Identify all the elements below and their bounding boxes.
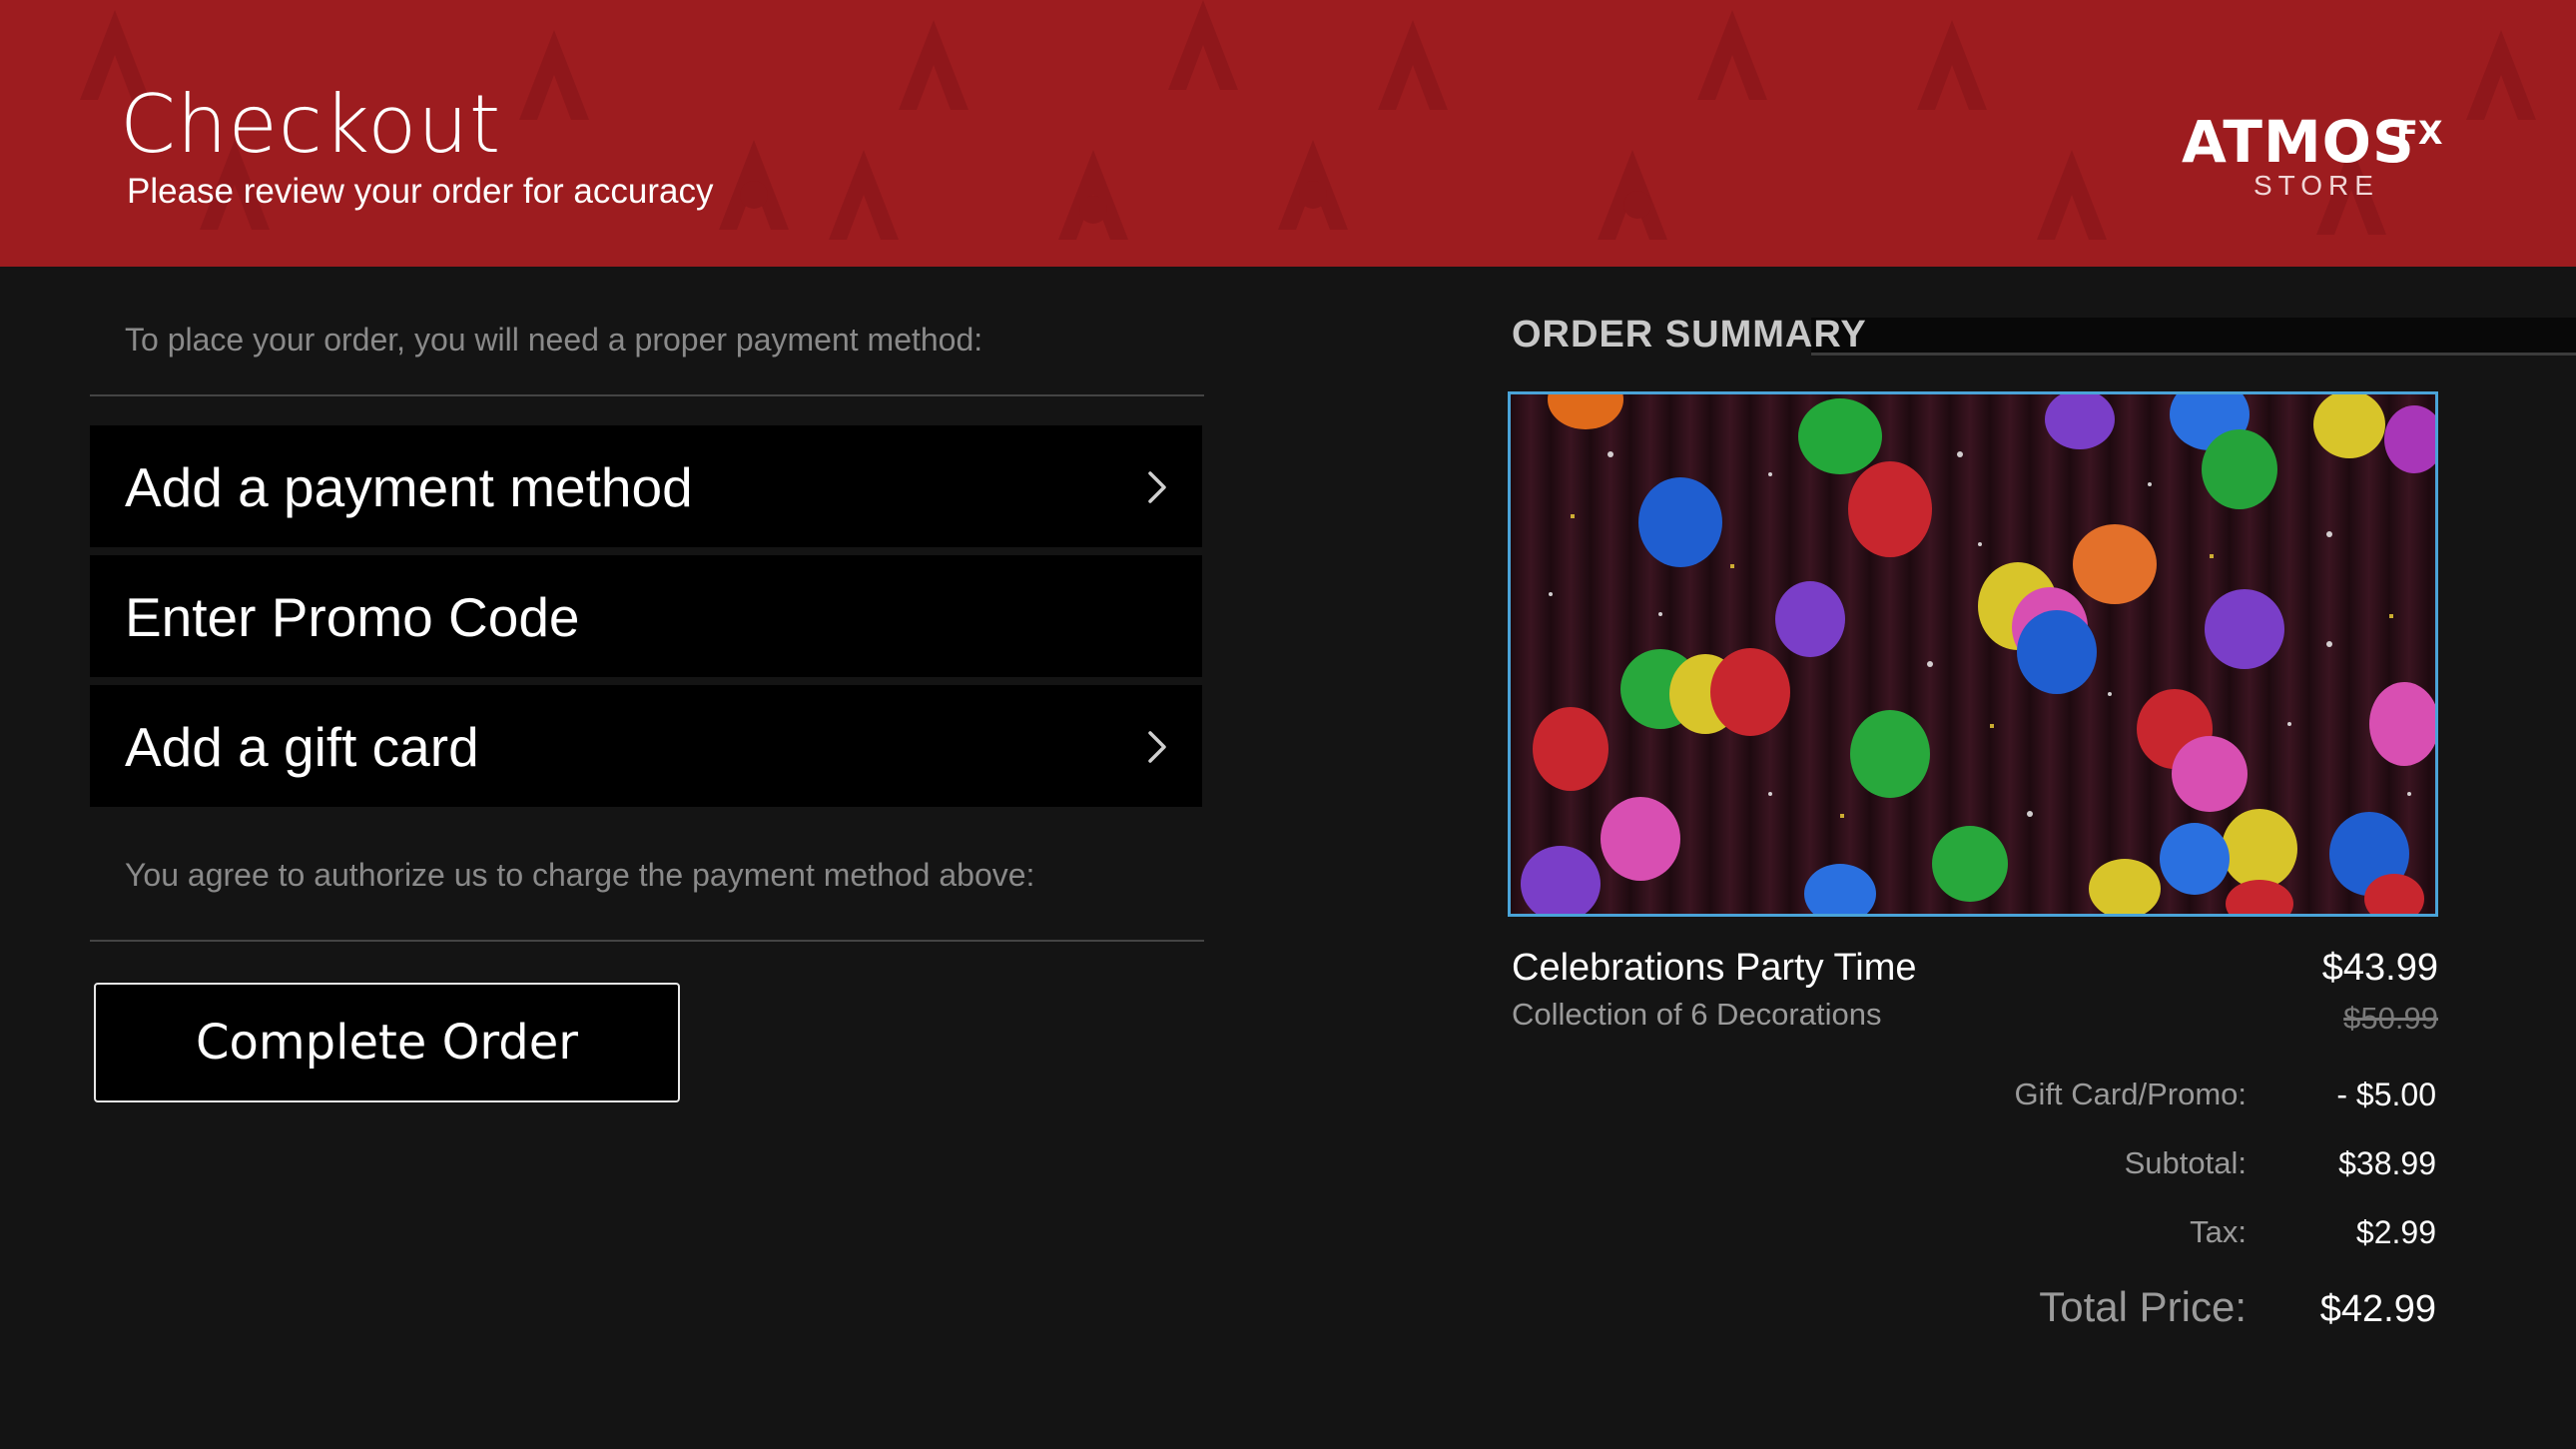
option-label: Add a payment method (125, 456, 693, 518)
chevron-right-icon (1148, 471, 1166, 503)
logo-fx-text: FX (2396, 114, 2443, 152)
header-banner: Checkout Please review your order for ac… (0, 0, 2576, 267)
product-name: Celebrations Party Time (1512, 947, 1917, 989)
atmosfx-store-logo: ATMOS FX STORE (2182, 108, 2451, 203)
tax-label: Tax: (2190, 1214, 2247, 1249)
product-price: $43.99 (2321, 947, 2438, 989)
order-summary-title: ORDER SUMMARY (1512, 314, 1867, 356)
product-original-price: $50.99 (2343, 1001, 2438, 1036)
authorize-hint: You agree to authorize us to charge the … (125, 857, 1035, 893)
gift-card-promo-value: - $5.00 (2336, 1077, 2436, 1112)
option-label: Add a gift card (125, 716, 479, 778)
product-thumbnail[interactable] (1508, 391, 2438, 917)
add-payment-method-button[interactable]: Add a payment method (90, 425, 1202, 547)
add-gift-card-button[interactable]: Add a gift card (90, 685, 1202, 807)
payment-hint: To place your order, you will need a pro… (125, 322, 983, 358)
divider (90, 394, 1204, 396)
tax-value: $2.99 (2355, 1214, 2436, 1250)
complete-order-button[interactable]: Complete Order (94, 983, 680, 1102)
subtotal-value: $38.99 (2338, 1145, 2436, 1181)
page-title: Checkout (120, 78, 502, 171)
subtotal-label: Subtotal: (2124, 1145, 2247, 1180)
option-label: Enter Promo Code (125, 586, 580, 648)
total-price-value: $42.99 (2319, 1288, 2436, 1330)
product-description: Collection of 6 Decorations (1512, 997, 1882, 1032)
chevron-right-icon (1148, 731, 1166, 763)
page-subtitle: Please review your order for accuracy (127, 172, 714, 211)
enter-promo-code-button[interactable]: Enter Promo Code (90, 555, 1202, 677)
gift-card-promo-label: Gift Card/Promo: (2014, 1077, 2247, 1111)
divider (90, 940, 1204, 942)
balloons-image (1511, 394, 2435, 914)
logo-store-text: STORE (2254, 170, 2379, 201)
total-price-label: Total Price: (2039, 1283, 2247, 1330)
summary-header-bar (1811, 318, 2576, 356)
logo-main-text: ATMOS (2182, 108, 2415, 176)
